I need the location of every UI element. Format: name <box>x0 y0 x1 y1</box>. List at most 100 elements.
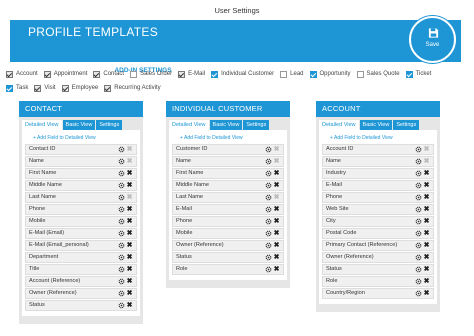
entity-checkbox[interactable] <box>309 70 317 78</box>
field-row[interactable]: Name ✖ <box>172 156 284 167</box>
close-icon[interactable]: ✖ <box>126 302 133 309</box>
gear-icon[interactable] <box>118 146 125 153</box>
field-row[interactable]: Phone ✖ <box>172 216 284 227</box>
entity-checkbox[interactable] <box>280 70 288 78</box>
add-field-link[interactable]: + Add Field to Detailed View <box>172 133 284 143</box>
tab-basic-view[interactable]: Basic View <box>209 120 243 130</box>
gear-icon[interactable] <box>118 230 125 237</box>
field-row[interactable]: Owner (Reference) ✖ <box>172 240 284 251</box>
tab-basic-view[interactable]: Basic View <box>62 120 96 130</box>
entity-recurring-activity[interactable]: Recurring Activity <box>104 84 161 92</box>
gear-icon[interactable] <box>118 254 125 261</box>
field-row[interactable]: Owner (Reference) ✖ <box>25 288 137 299</box>
field-row[interactable]: Contact ID ✖ <box>25 144 137 155</box>
close-icon[interactable]: ✖ <box>126 290 133 297</box>
close-icon[interactable]: ✖ <box>126 242 133 249</box>
field-row[interactable]: E-Mail (Email) ✖ <box>25 228 137 239</box>
close-icon[interactable]: ✖ <box>423 242 430 249</box>
field-row[interactable]: Phone ✖ <box>322 192 434 203</box>
close-icon[interactable]: ✖ <box>273 242 280 249</box>
gear-icon[interactable] <box>265 194 272 201</box>
gear-icon[interactable] <box>118 266 125 273</box>
close-icon[interactable]: ✖ <box>273 218 280 225</box>
entity-checkbox[interactable] <box>93 70 101 78</box>
field-row[interactable]: Role ✖ <box>172 264 284 275</box>
close-icon[interactable]: ✖ <box>273 254 280 261</box>
entity-lead[interactable]: Lead <box>280 70 304 78</box>
gear-icon[interactable] <box>415 146 422 153</box>
gear-icon[interactable] <box>118 182 125 189</box>
gear-icon[interactable] <box>415 218 422 225</box>
close-icon[interactable]: ✖ <box>126 278 133 285</box>
gear-icon[interactable] <box>415 290 422 297</box>
field-row[interactable]: Owner (Reference) ✖ <box>322 252 434 263</box>
field-row[interactable]: E-Mail (Email_personal) ✖ <box>25 240 137 251</box>
close-icon[interactable]: ✖ <box>423 254 430 261</box>
field-row[interactable]: Web Site ✖ <box>322 204 434 215</box>
entity-e-mail[interactable]: E-Mail <box>178 70 205 78</box>
close-icon[interactable]: ✖ <box>273 230 280 237</box>
gear-icon[interactable] <box>265 170 272 177</box>
close-icon[interactable]: ✖ <box>126 266 133 273</box>
field-row[interactable]: Department ✖ <box>25 252 137 263</box>
field-row[interactable]: First Name ✖ <box>172 168 284 179</box>
add-field-link[interactable]: + Add Field to Detailed View <box>322 133 434 143</box>
tab-basic-view[interactable]: Basic View <box>359 120 393 130</box>
field-row[interactable]: Name ✖ <box>25 156 137 167</box>
gear-icon[interactable] <box>265 158 272 165</box>
gear-icon[interactable] <box>118 242 125 249</box>
gear-icon[interactable] <box>118 302 125 309</box>
entity-checkbox[interactable] <box>104 84 112 92</box>
close-icon[interactable]: ✖ <box>273 182 280 189</box>
gear-icon[interactable] <box>265 266 272 273</box>
tab-detailed-view[interactable]: Detailed View <box>319 120 359 130</box>
entity-checkbox[interactable] <box>43 70 51 78</box>
close-icon[interactable]: ✖ <box>126 254 133 261</box>
tab-detailed-view[interactable]: Detailed View <box>169 120 209 130</box>
close-icon[interactable]: ✖ <box>126 182 133 189</box>
close-icon[interactable]: ✖ <box>273 266 280 273</box>
close-icon[interactable]: ✖ <box>126 230 133 237</box>
gear-icon[interactable] <box>265 146 272 153</box>
field-row[interactable]: Name ✖ <box>322 156 434 167</box>
field-row[interactable]: E-Mail ✖ <box>322 180 434 191</box>
entity-task[interactable]: Task <box>6 84 28 92</box>
entity-appointment[interactable]: Appointment <box>43 70 87 78</box>
close-icon[interactable]: ✖ <box>273 170 280 177</box>
close-icon[interactable]: ✖ <box>423 266 430 273</box>
gear-icon[interactable] <box>415 266 422 273</box>
close-icon[interactable]: ✖ <box>273 206 280 213</box>
entity-ticket[interactable]: Ticket <box>405 70 431 78</box>
field-row[interactable]: Customer ID ✖ <box>172 144 284 155</box>
gear-icon[interactable] <box>415 206 422 213</box>
gear-icon[interactable] <box>118 194 125 201</box>
gear-icon[interactable] <box>265 254 272 261</box>
entity-sales-quote[interactable]: Sales Quote <box>356 70 400 78</box>
entity-checkbox[interactable] <box>34 84 42 92</box>
field-row[interactable]: City ✖ <box>322 216 434 227</box>
field-row[interactable]: Status ✖ <box>25 300 137 311</box>
field-row[interactable]: Title ✖ <box>25 264 137 275</box>
close-icon[interactable]: ✖ <box>423 290 430 297</box>
close-icon[interactable]: ✖ <box>423 206 430 213</box>
field-row[interactable]: Role ✖ <box>322 276 434 287</box>
gear-icon[interactable] <box>415 194 422 201</box>
gear-icon[interactable] <box>415 278 422 285</box>
field-row[interactable]: Status ✖ <box>172 252 284 263</box>
entity-account[interactable]: Account <box>6 70 38 78</box>
close-icon[interactable]: ✖ <box>423 170 430 177</box>
close-icon[interactable]: ✖ <box>423 218 430 225</box>
entity-checkbox[interactable] <box>130 70 138 78</box>
close-icon[interactable]: ✖ <box>423 278 430 285</box>
entity-checkbox[interactable] <box>6 84 13 92</box>
gear-icon[interactable] <box>118 206 125 213</box>
field-row[interactable]: Mobile ✖ <box>25 216 137 227</box>
gear-icon[interactable] <box>415 170 422 177</box>
gear-icon[interactable] <box>118 290 125 297</box>
entity-checkbox[interactable] <box>356 70 364 78</box>
close-icon[interactable]: ✖ <box>423 230 430 237</box>
field-row[interactable]: Last Name ✖ <box>172 192 284 203</box>
entity-checkbox[interactable] <box>178 70 186 78</box>
entity-visit[interactable]: Visit <box>34 84 56 92</box>
add-field-link[interactable]: + Add Field to Detailed View <box>25 133 137 143</box>
